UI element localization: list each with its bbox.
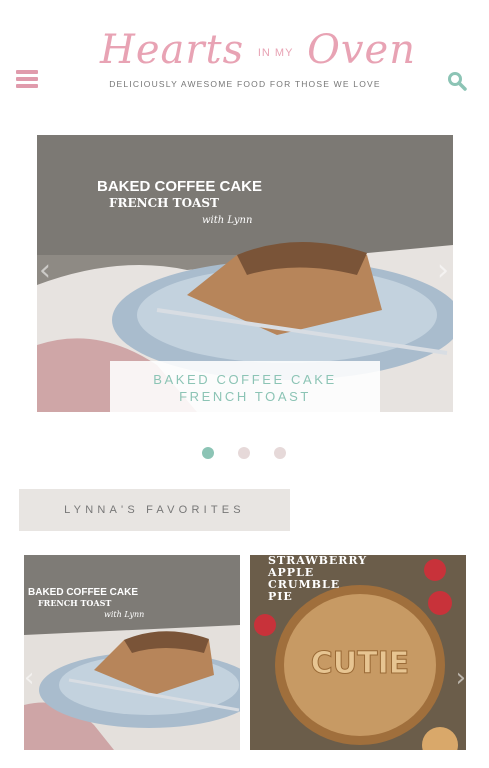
favorite-card-title: STRAWBERRY APPLE CRUMBLE PIE: [268, 555, 367, 603]
favorite-card-signature: with Lynn: [104, 610, 145, 619]
slider-dot-2[interactable]: [238, 447, 250, 459]
hero-image-signature: with Lynn: [202, 215, 253, 226]
hero-image-title: BAKED COFFEE CAKE FRENCH TOAST with Lynn: [97, 179, 262, 229]
logo-tagline: DELICIOUSLY AWESOME FOOD FOR THOSE WE LO…: [109, 79, 381, 89]
search-button[interactable]: [447, 71, 467, 91]
hero-caption-line1: BAKED COFFEE CAKE: [153, 372, 337, 387]
chevron-right-icon[interactable]: ›: [437, 253, 449, 288]
chevron-left-icon[interactable]: ‹: [24, 663, 34, 693]
logo-word-hearts: Hearts: [100, 27, 245, 73]
slider-dot-3[interactable]: [274, 447, 286, 459]
favorite-card-image: [24, 555, 240, 750]
menu-icon-bar: [16, 77, 38, 81]
favorite-card-strawberry-pie[interactable]: CUTIE STRAWBERRY APPLE CRUMBLE PIE ›: [250, 555, 466, 750]
slider-dot-1[interactable]: [202, 447, 214, 459]
hero-image-title-line2: FRENCH TOAST: [109, 196, 219, 210]
menu-icon-bar: [16, 84, 38, 88]
hero-image-title-line1: BAKED COFFEE CAKE: [97, 178, 263, 195]
site-logo[interactable]: Hearts IN MY Oven DELICIOUSLY AWESOME FO…: [100, 26, 415, 96]
menu-button[interactable]: [16, 70, 38, 88]
hero-caption[interactable]: BAKED COFFEE CAKE FRENCH TOAST: [110, 361, 380, 412]
favorite-card-title-line1: BAKED COFFEE CAKE: [28, 587, 139, 598]
hero-caption-line2: FRENCH TOAST: [179, 389, 311, 404]
favorite-card-title: BAKED COFFEE CAKE FRENCH TOAST with Lynn: [28, 587, 144, 620]
favorite-card-title-line2: FRENCH TOAST: [38, 598, 112, 608]
favorite-card-coffee-cake[interactable]: BAKED COFFEE CAKE FRENCH TOAST with Lynn…: [24, 555, 240, 750]
hero-slider[interactable]: BAKED COFFEE CAKE FRENCH TOAST with Lynn…: [37, 135, 453, 412]
slider-dots: [202, 447, 302, 461]
logo-title: Hearts IN MY Oven: [100, 26, 415, 77]
favorite-card-title-line4: PIE: [268, 590, 293, 603]
favorites-heading: LYNNA'S FAVORITES: [19, 489, 290, 531]
menu-icon-bar: [16, 70, 38, 74]
logo-word-oven: Oven: [307, 27, 416, 73]
logo-word-inmy: IN MY: [257, 47, 294, 59]
chevron-right-icon[interactable]: ›: [456, 663, 466, 693]
chevron-left-icon[interactable]: ‹: [39, 253, 51, 288]
search-icon: [448, 72, 467, 91]
favorite-card-pie-text: CUTIE: [311, 646, 410, 681]
